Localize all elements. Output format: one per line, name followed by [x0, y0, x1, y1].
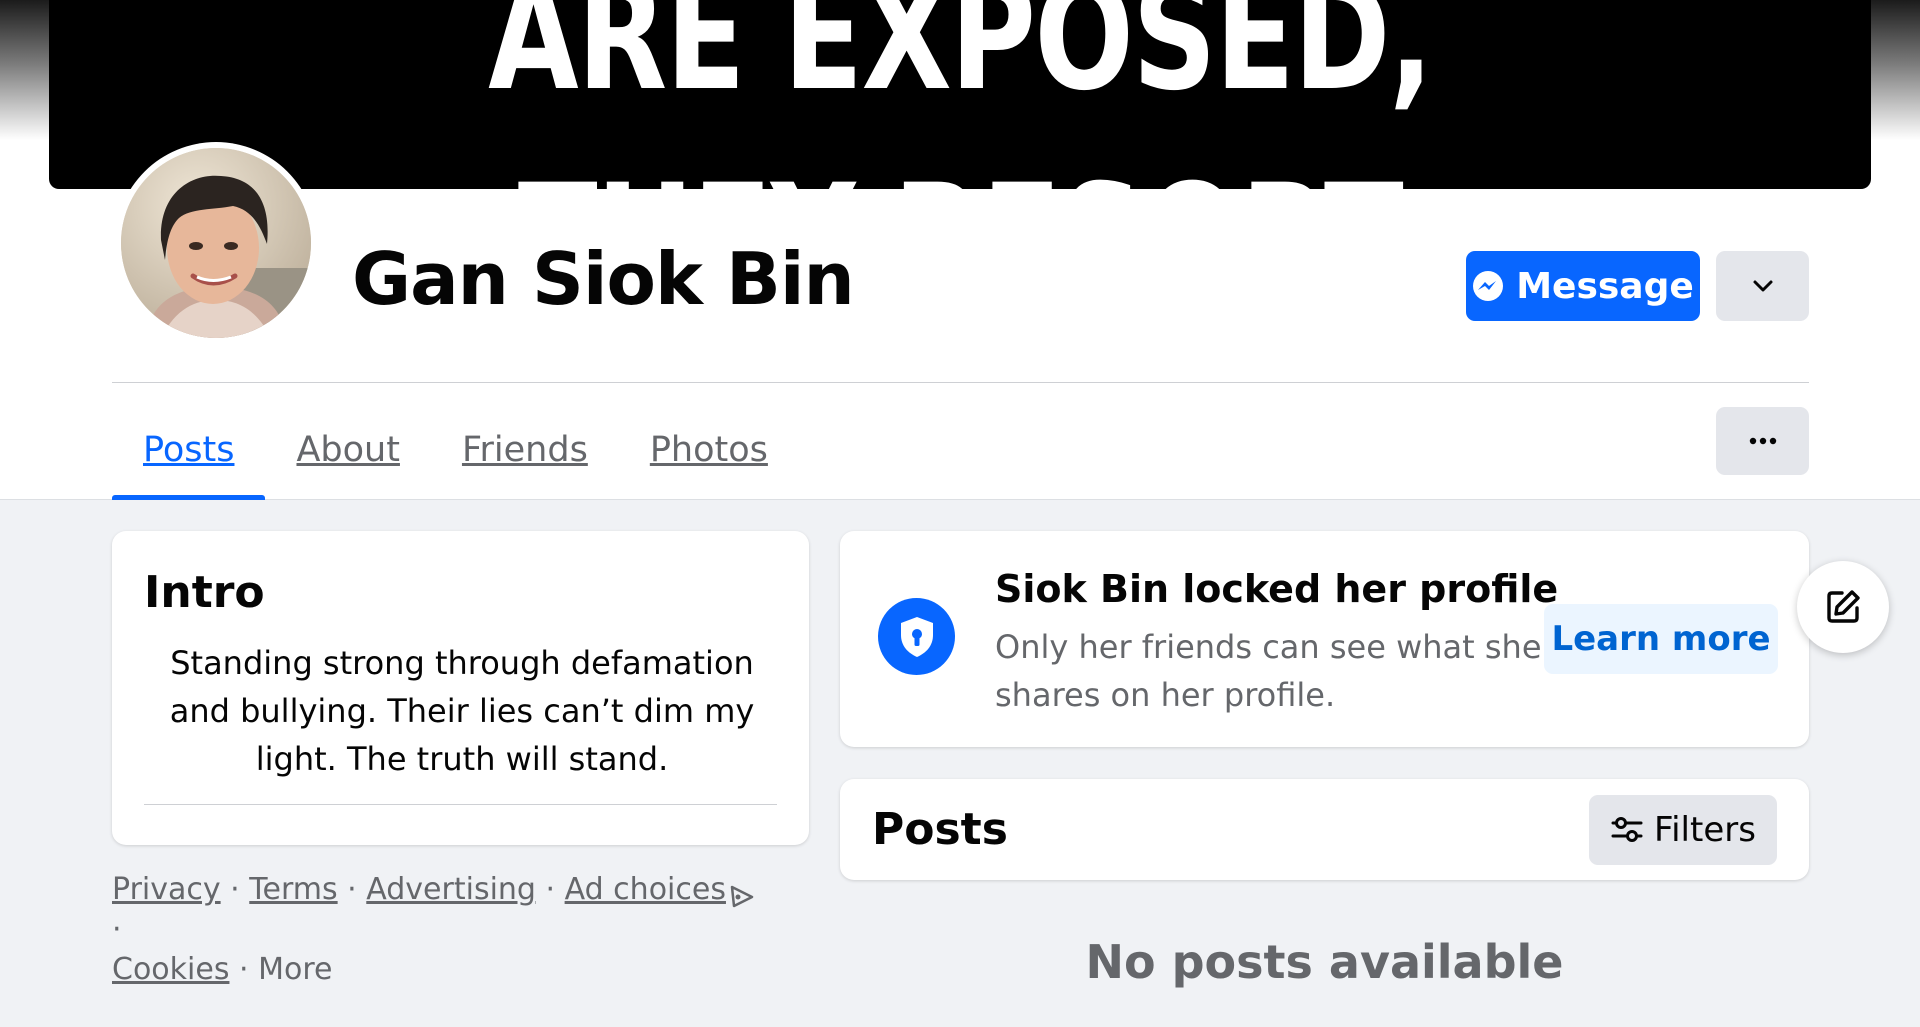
footer-separator: ·: [112, 912, 122, 947]
edit-pencil-icon: [1827, 590, 1860, 623]
header-divider: [112, 382, 1809, 383]
tab-photos[interactable]: Photos: [619, 400, 799, 500]
footer-separator: ·: [347, 872, 357, 907]
footer-separator: ·: [545, 872, 556, 907]
cover-photo[interactable]: ARE EXPOSED, THEY RESORT: [49, 0, 1871, 189]
profile-actions-dropdown-button[interactable]: [1716, 251, 1809, 321]
tab-friends[interactable]: Friends: [431, 400, 619, 500]
locked-profile-card: Siok Bin locked her profile Only her fri…: [840, 531, 1809, 747]
no-posts-message: No posts available: [1085, 935, 1564, 989]
posts-card: Posts Filters: [840, 779, 1809, 880]
compose-edit-button[interactable]: [1797, 561, 1889, 653]
filters-button[interactable]: Filters: [1589, 795, 1777, 865]
intro-bio: Standing strong through defamation and b…: [169, 644, 755, 778]
more-options-button[interactable]: [1716, 407, 1809, 475]
profile-header: ARE EXPOSED, THEY RESORT: [0, 0, 1920, 500]
cover-text-line-1: ARE EXPOSED,: [488, 0, 1433, 124]
footer-link-advertising[interactable]: Advertising: [366, 872, 536, 907]
intro-divider: [144, 804, 777, 805]
avatar-portrait-image: [121, 148, 311, 338]
avatar-photo: [121, 148, 311, 338]
tab-posts[interactable]: Posts: [112, 400, 266, 500]
ad-choices-icon: [730, 885, 754, 908]
cover-text-line-2: THEY RESORT: [249, 165, 1670, 189]
message-button[interactable]: Message: [1466, 251, 1700, 321]
profile-tabs: Posts About Friends Photos: [112, 400, 799, 500]
shield-lock-icon: [878, 598, 955, 675]
learn-more-button[interactable]: Learn more: [1544, 604, 1778, 674]
footer-separator: ·: [239, 952, 249, 987]
ellipsis-icon: [1749, 437, 1776, 445]
profile-avatar[interactable]: [115, 142, 317, 344]
locked-profile-title: Siok Bin locked her profile: [995, 567, 1559, 611]
footer-links: Privacy · Terms · Advertising · Ad choic…: [112, 870, 762, 990]
messenger-icon: [1473, 271, 1504, 301]
profile-name: Gan Siok Bin: [352, 237, 855, 321]
footer-link-terms[interactable]: Terms: [249, 872, 337, 907]
footer-link-cookies[interactable]: Cookies: [112, 952, 229, 987]
chevron-down-icon: [1753, 280, 1772, 292]
tab-about[interactable]: About: [265, 400, 430, 500]
message-button-label: Message: [1516, 265, 1694, 307]
filters-sliders-icon: [1611, 817, 1643, 842]
footer-separator: ·: [230, 872, 240, 907]
footer-link-more[interactable]: More: [258, 952, 332, 987]
locked-profile-description: Only her friends can see what she shares…: [995, 628, 1542, 714]
posts-title: Posts: [872, 804, 1008, 855]
footer-link-privacy[interactable]: Privacy: [112, 872, 221, 907]
footer-link-ad-choices[interactable]: Ad choices: [565, 872, 726, 907]
filters-button-label: Filters: [1654, 810, 1756, 850]
intro-title: Intro: [144, 567, 265, 618]
intro-card: Intro Standing strong through defamation…: [112, 531, 809, 845]
